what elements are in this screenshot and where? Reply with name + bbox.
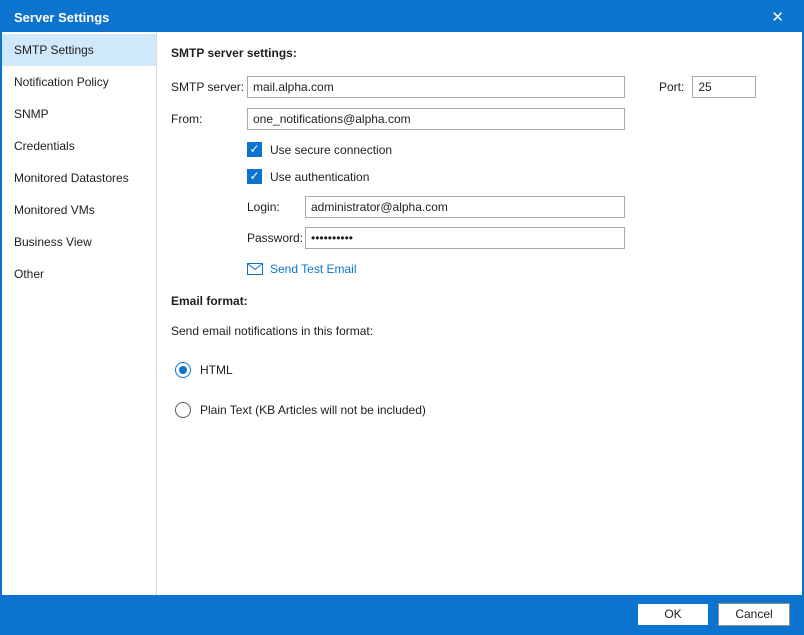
smtp-server-label: SMTP server: bbox=[171, 80, 247, 94]
use-authentication-label: Use authentication bbox=[270, 170, 369, 184]
dialog-title: Server Settings bbox=[14, 10, 109, 25]
radio-unselected-icon bbox=[175, 402, 191, 418]
email-format-section-title: Email format: bbox=[171, 294, 788, 308]
smtp-server-input[interactable] bbox=[247, 76, 625, 98]
smtp-section-title: SMTP server settings: bbox=[171, 46, 788, 60]
password-input[interactable] bbox=[305, 227, 625, 249]
cancel-button[interactable]: Cancel bbox=[718, 603, 790, 626]
port-label: Port: bbox=[659, 80, 684, 94]
email-format-description: Send email notifications in this format: bbox=[171, 324, 788, 338]
sidebar-item-monitored-datastores[interactable]: Monitored Datastores bbox=[2, 162, 156, 194]
sidebar-item-business-view[interactable]: Business View bbox=[2, 226, 156, 258]
secure-connection-checkbox[interactable]: ✓ Use secure connection bbox=[247, 142, 788, 157]
smtp-server-row: SMTP server: Port: bbox=[171, 76, 788, 98]
settings-sidebar: SMTP Settings Notification Policy SNMP C… bbox=[2, 32, 157, 595]
close-icon[interactable]: ✕ bbox=[765, 10, 790, 25]
login-row: Login: bbox=[247, 196, 788, 218]
sidebar-item-smtp-settings[interactable]: SMTP Settings bbox=[2, 34, 156, 66]
radio-selected-icon bbox=[175, 362, 191, 378]
from-row: From: bbox=[171, 108, 788, 130]
sidebar-item-other[interactable]: Other bbox=[2, 258, 156, 290]
radio-html-label: HTML bbox=[200, 363, 233, 377]
sidebar-item-monitored-vms[interactable]: Monitored VMs bbox=[2, 194, 156, 226]
ok-button[interactable]: OK bbox=[637, 603, 709, 626]
send-test-email-label: Send Test Email bbox=[270, 262, 357, 276]
radio-plain-text-label: Plain Text (KB Articles will not be incl… bbox=[200, 403, 426, 417]
use-authentication-checkbox[interactable]: ✓ Use authentication bbox=[247, 169, 788, 184]
sidebar-item-snmp[interactable]: SNMP bbox=[2, 98, 156, 130]
password-row: Password: bbox=[247, 227, 788, 249]
sidebar-item-credentials[interactable]: Credentials bbox=[2, 130, 156, 162]
from-label: From: bbox=[171, 112, 247, 126]
secure-connection-label: Use secure connection bbox=[270, 143, 392, 157]
radio-html[interactable]: HTML bbox=[175, 362, 788, 378]
server-settings-dialog: Server Settings ✕ SMTP Settings Notifica… bbox=[0, 0, 804, 635]
dialog-body: SMTP Settings Notification Policy SNMP C… bbox=[2, 32, 802, 595]
login-label: Login: bbox=[247, 200, 305, 214]
dialog-footer: OK Cancel bbox=[2, 595, 802, 633]
checkbox-checked-icon: ✓ bbox=[247, 169, 262, 184]
send-test-email-link[interactable]: Send Test Email bbox=[247, 262, 788, 276]
radio-plain-text[interactable]: Plain Text (KB Articles will not be incl… bbox=[175, 402, 788, 418]
envelope-icon bbox=[247, 263, 263, 275]
checkbox-checked-icon: ✓ bbox=[247, 142, 262, 157]
login-input[interactable] bbox=[305, 196, 625, 218]
smtp-settings-panel: SMTP server settings: SMTP server: Port:… bbox=[157, 32, 802, 595]
sidebar-item-notification-policy[interactable]: Notification Policy bbox=[2, 66, 156, 98]
title-bar: Server Settings ✕ bbox=[2, 2, 802, 32]
from-input[interactable] bbox=[247, 108, 625, 130]
port-input[interactable] bbox=[692, 76, 756, 98]
password-label: Password: bbox=[247, 231, 305, 245]
